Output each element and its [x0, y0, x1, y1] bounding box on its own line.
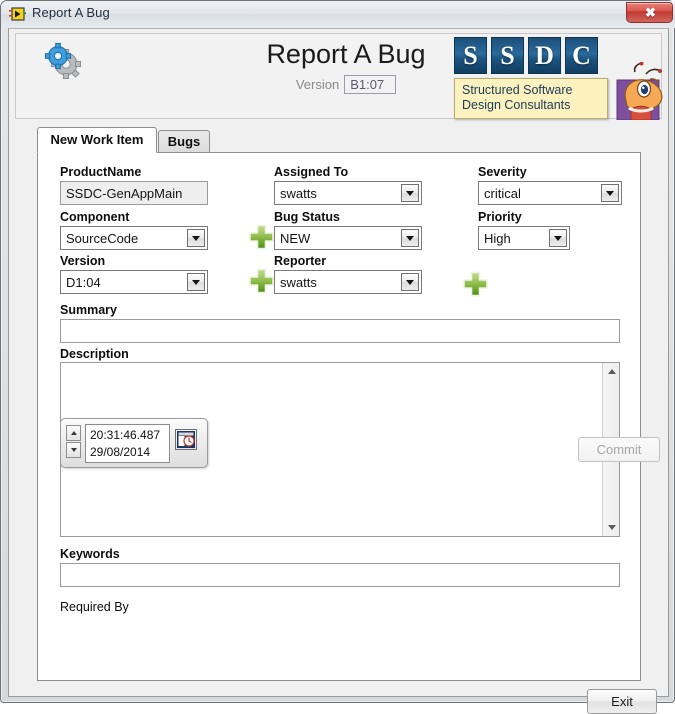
summary-label: Summary [60, 303, 117, 317]
bug-status-dropdown[interactable]: NEW [274, 226, 422, 250]
front-panel: Report A Bug Version B1:07 S S D C Struct… [8, 28, 669, 714]
tab-new-work-item[interactable]: New Work Item [37, 127, 157, 153]
scroll-up-icon[interactable] [603, 364, 620, 380]
version-label: Version [295, 77, 340, 92]
labview-vi-icon [9, 6, 26, 22]
ssdc-letter-s1: S [454, 37, 487, 74]
window-title: Report A Bug [32, 5, 110, 20]
spinner-down-icon[interactable] [66, 442, 81, 458]
summary-input[interactable] [60, 319, 620, 343]
version-value: B1:07 [344, 75, 397, 94]
chevron-down-icon[interactable] [401, 184, 419, 202]
ssdc-letter-d: D [528, 37, 561, 74]
required-by-label: Required By [60, 600, 129, 614]
keywords-label: Keywords [60, 547, 120, 561]
ssdc-tagline: Structured Software Design Consultants [454, 78, 608, 119]
severity-dropdown[interactable]: critical [478, 181, 622, 205]
assigned-to-dropdown[interactable]: swatts [274, 181, 422, 205]
ssdc-letter-s2: S [491, 37, 524, 74]
assigned-to-value: swatts [280, 186, 317, 201]
keywords-input[interactable] [60, 563, 620, 587]
datetime-display[interactable]: 20:31:46.487 29/08/2014 [85, 424, 170, 463]
tagline-line-2: Design Consultants [462, 98, 571, 112]
priority-dropdown[interactable]: High [478, 226, 570, 250]
component-dropdown[interactable]: SourceCode [60, 226, 208, 250]
chevron-down-icon[interactable] [601, 184, 619, 202]
version-label-field: Version [60, 254, 106, 268]
close-icon: ✖ [645, 5, 656, 20]
required-by-time: 20:31:46.487 [90, 428, 161, 442]
tab-page-new-work-item: ProductName SSDC-GenAppMain Component So… [37, 152, 660, 681]
description-label: Description [60, 347, 129, 361]
ssdc-letter-squares: S S D C [454, 37, 598, 74]
bug-mascot-icon [613, 61, 673, 121]
required-by-datetime-control[interactable]: 20:31:46.487 29/08/2014 [60, 418, 208, 468]
severity-label: Severity [478, 165, 527, 179]
component-value: SourceCode [66, 231, 139, 246]
chevron-down-icon[interactable] [187, 229, 205, 247]
spinner-up-icon[interactable] [66, 425, 81, 441]
chevron-down-icon[interactable] [549, 229, 567, 247]
add-version-button[interactable] [248, 268, 275, 295]
reporter-dropdown[interactable]: swatts [274, 270, 422, 294]
reporter-label: Reporter [274, 254, 327, 268]
priority-value: High [484, 231, 511, 246]
add-component-button[interactable] [248, 224, 275, 251]
chevron-down-icon[interactable] [401, 229, 419, 247]
reporter-value: swatts [280, 275, 317, 290]
chevron-down-icon[interactable] [401, 273, 419, 291]
assigned-to-label: Assigned To [274, 165, 349, 179]
close-button[interactable]: ✖ [626, 2, 673, 23]
scroll-down-icon[interactable] [603, 519, 620, 535]
datetime-spinner[interactable] [66, 425, 81, 461]
version-dropdown[interactable]: D1:04 [60, 270, 208, 294]
exit-button[interactable]: Exit [587, 689, 657, 714]
application-window: Report A Bug ✖ Report A Bug Version B1:0… [0, 0, 675, 714]
required-by-date: 29/08/2014 [90, 445, 151, 459]
severity-value: critical [484, 186, 521, 201]
ssdc-letter-c: C [565, 37, 598, 74]
ssdc-logo: S S D C Structured Software Design Consu… [454, 37, 609, 119]
tagline-line-1: Structured Software [462, 83, 573, 97]
title-bar: Report A Bug ✖ [1, 1, 675, 28]
product-name-field: SSDC-GenAppMain [60, 181, 208, 205]
priority-label: Priority [478, 210, 522, 224]
component-label: Component [60, 210, 130, 224]
tab-bugs[interactable]: Bugs [158, 130, 210, 153]
bug-status-value: NEW [280, 231, 311, 246]
bug-status-label: Bug Status [274, 210, 340, 224]
gears-icon [42, 42, 86, 82]
calendar-clock-icon[interactable] [175, 429, 197, 450]
add-reporter-button[interactable] [462, 271, 489, 298]
commit-button[interactable]: Commit [578, 437, 660, 462]
product-name-label: ProductName [60, 165, 142, 179]
version-value-field: D1:04 [66, 275, 101, 290]
chevron-down-icon[interactable] [187, 273, 205, 291]
header-banner: Report A Bug Version B1:07 S S D C Struct… [15, 33, 663, 121]
